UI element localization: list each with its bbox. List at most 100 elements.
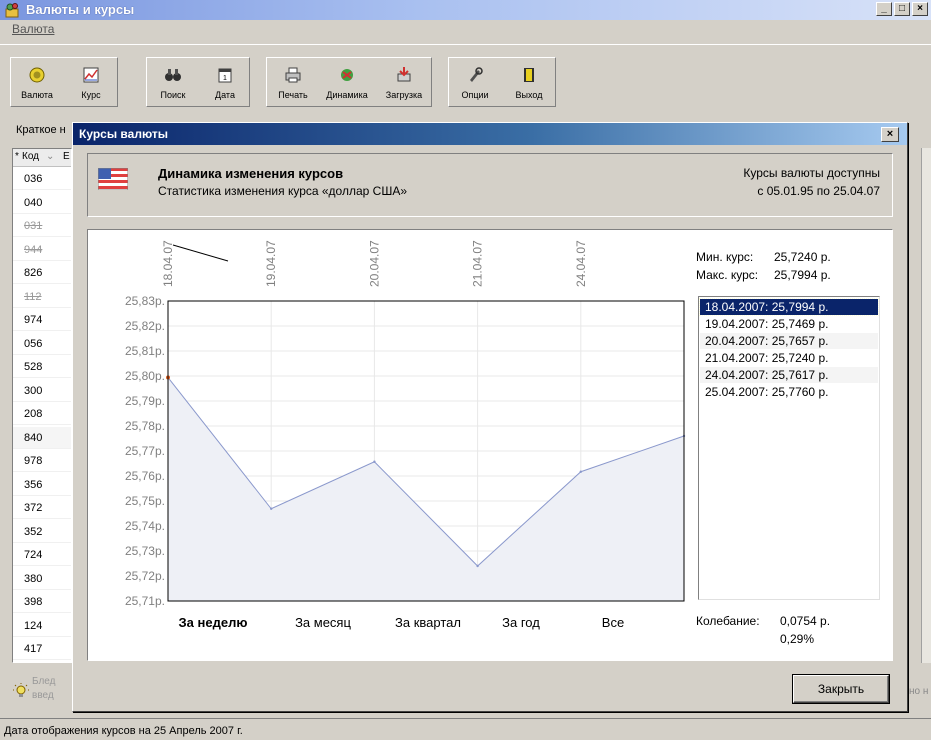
period-selector: За неделю За месяц За квартал За год Все <box>168 610 688 640</box>
currency-code-row[interactable]: 974 <box>13 309 71 331</box>
extra-header-label: Е <box>63 151 70 162</box>
hint-line-1: Блед <box>32 676 56 687</box>
toolbar-print-button[interactable]: Печать <box>267 58 319 106</box>
currency-code-row[interactable]: 124 <box>13 615 71 637</box>
toolbar-label: Опции <box>461 90 489 100</box>
info-panel: Динамика изменения курсов Статистика изм… <box>87 153 893 217</box>
toolbar-dynamics-button[interactable]: Динамика <box>319 58 375 106</box>
toolbar-search-button[interactable]: Поиск <box>147 58 199 106</box>
toolbar-group-1: Валюта Курс <box>10 57 118 107</box>
fluctuation-label: Колебание: <box>696 614 760 628</box>
currency-code-row[interactable]: 978 <box>13 450 71 472</box>
period-button[interactable]: За месяц <box>278 610 368 636</box>
y-tick-label: 25,79р. <box>125 394 165 408</box>
toolbar-label: Выход <box>515 90 543 100</box>
currency-code-row[interactable]: 056 <box>13 333 71 355</box>
currency-code-row[interactable]: 724 <box>13 544 71 566</box>
toolbar-group-4: Опции Выход <box>448 57 556 107</box>
currency-code-row[interactable]: 826 <box>13 262 71 284</box>
currency-icon <box>29 67 45 83</box>
currency-code-row[interactable]: 300 <box>13 380 71 402</box>
usa-flag-icon <box>98 168 128 190</box>
toolbar-kurs-button[interactable]: Курс <box>65 58 117 106</box>
rate-list-item[interactable]: 18.04.2007: 25,7994 р. <box>699 298 879 316</box>
y-tick-label: 25,71р. <box>125 594 165 608</box>
toolbar-valuta-button[interactable]: Валюта <box>11 58 63 106</box>
period-button[interactable]: За неделю <box>168 610 258 636</box>
toolbar-exit-button[interactable]: Выход <box>503 58 555 106</box>
toolbar-label: Динамика <box>326 90 368 100</box>
leader-line <box>172 244 229 262</box>
currency-code-row[interactable]: 417 <box>13 638 71 660</box>
toolbar-download-button[interactable]: Загрузка <box>377 58 431 106</box>
currency-code-row[interactable]: 380 <box>13 568 71 590</box>
main-scrollbar[interactable] <box>921 148 931 663</box>
currency-code-row[interactable]: 040 <box>13 192 71 214</box>
currency-code-row[interactable]: 944 <box>13 239 71 261</box>
currency-code-row[interactable]: 352 <box>13 521 71 543</box>
fluctuation-percent: 0,29% <box>780 632 815 646</box>
currency-code-list[interactable]: * Код ⌄ Е 036 040 031 944 826 112 974 056 528 300… <box>12 148 72 663</box>
x-tick-label: 21.04.07 <box>471 240 485 287</box>
svg-text:1: 1 <box>223 75 227 82</box>
currency-code-row[interactable]: 398 <box>13 591 71 613</box>
y-tick-label: 25,72р. <box>125 569 165 583</box>
sort-marker-icon: * <box>15 151 19 162</box>
x-tick-label: 20.04.07 <box>367 240 381 287</box>
x-tick-label: 19.04.07 <box>264 240 278 287</box>
dialog-close-button[interactable]: × <box>881 127 899 142</box>
currency-code-row[interactable]: 528 <box>13 356 71 378</box>
max-rate: Макс. курс: 25,7994 р. <box>696 268 831 282</box>
maximize-button[interactable]: □ <box>894 2 910 16</box>
main-window-titlebar: Валюты и курсы _ □ × <box>0 0 931 20</box>
toolbar-label: Валюта <box>21 90 53 100</box>
period-button[interactable]: Все <box>578 610 648 636</box>
period-button[interactable]: За год <box>486 610 556 636</box>
y-tick-label: 25,78р. <box>125 419 165 433</box>
rate-chart: 25,83р. 25,82р. 25,81р. 25,80р. 25,79р. 25,78… <box>125 240 686 608</box>
info-subtitle: Статистика изменения курса «доллар США» <box>158 184 407 198</box>
exit-door-icon <box>524 68 534 82</box>
window-close-button[interactable]: × <box>912 2 928 16</box>
download-icon <box>397 67 411 82</box>
close-dialog-button[interactable]: Закрыть <box>793 675 889 703</box>
currency-code-row[interactable]: 356 <box>13 474 71 496</box>
y-tick-label: 25,73р. <box>125 544 165 558</box>
rate-list-item[interactable]: 24.04.2007: 25,7617 р. <box>700 367 878 383</box>
code-column-header[interactable]: * Код ⌄ Е <box>13 149 71 167</box>
app-currency-icon <box>5 3 19 18</box>
currency-code-row[interactable]: 372 <box>13 497 71 519</box>
availability-range: с 05.01.95 по 25.04.07 <box>757 184 880 198</box>
currency-code-row[interactable]: 031 <box>13 215 71 237</box>
minimize-button[interactable]: _ <box>876 2 892 16</box>
rate-list-item[interactable]: 21.04.2007: 25,7240 р. <box>700 350 878 366</box>
period-button[interactable]: За квартал <box>378 610 478 636</box>
toolbar-options-button[interactable]: Опции <box>449 58 501 106</box>
y-tick-label: 25,75р. <box>125 494 165 508</box>
rate-history-list[interactable]: 18.04.2007: 25,7994 р. 19.04.2007: 25,746… <box>698 296 880 600</box>
toolbar-label: Курс <box>81 90 101 100</box>
printer-icon <box>285 67 301 83</box>
rate-list-item[interactable]: 25.04.2007: 25,7760 р. <box>700 384 878 400</box>
hint-text: Блед введ <box>32 675 55 703</box>
toolbar-group-3: Печать Динамика Загрузка <box>266 57 432 107</box>
rate-list-item[interactable]: 19.04.2007: 25,7469 р. <box>700 316 878 332</box>
y-tick-label: 25,82р. <box>125 319 165 333</box>
currency-code-row[interactable]: 208 <box>13 403 71 425</box>
left-panel-label: Краткое н <box>16 124 66 136</box>
code-header-label: Код <box>22 151 40 162</box>
calendar-icon: 1 <box>218 68 232 83</box>
currency-code-row[interactable]: 036 <box>13 168 71 190</box>
y-tick-label: 25,76р. <box>125 469 165 483</box>
currency-code-row[interactable]: 112 <box>13 286 71 308</box>
hint-line-2: введ <box>32 690 54 701</box>
toolbar-label: Поиск <box>160 90 186 100</box>
rate-chart-icon <box>83 67 99 83</box>
toolbar-date-button[interactable]: 1 Дата <box>199 58 251 106</box>
rate-list-item[interactable]: 20.04.2007: 25,7657 р. <box>700 333 878 349</box>
y-tick-label: 25,80р. <box>125 369 165 383</box>
status-text: Дата отображения курсов на 25 Апрель 200… <box>4 725 243 737</box>
toolbar: Валюта Курс Поиск 1 Дата Печать Динамика… <box>0 44 931 107</box>
menu-item-valuta[interactable]: Валюта <box>12 22 54 36</box>
currency-code-row[interactable]: 840 <box>13 426 71 449</box>
